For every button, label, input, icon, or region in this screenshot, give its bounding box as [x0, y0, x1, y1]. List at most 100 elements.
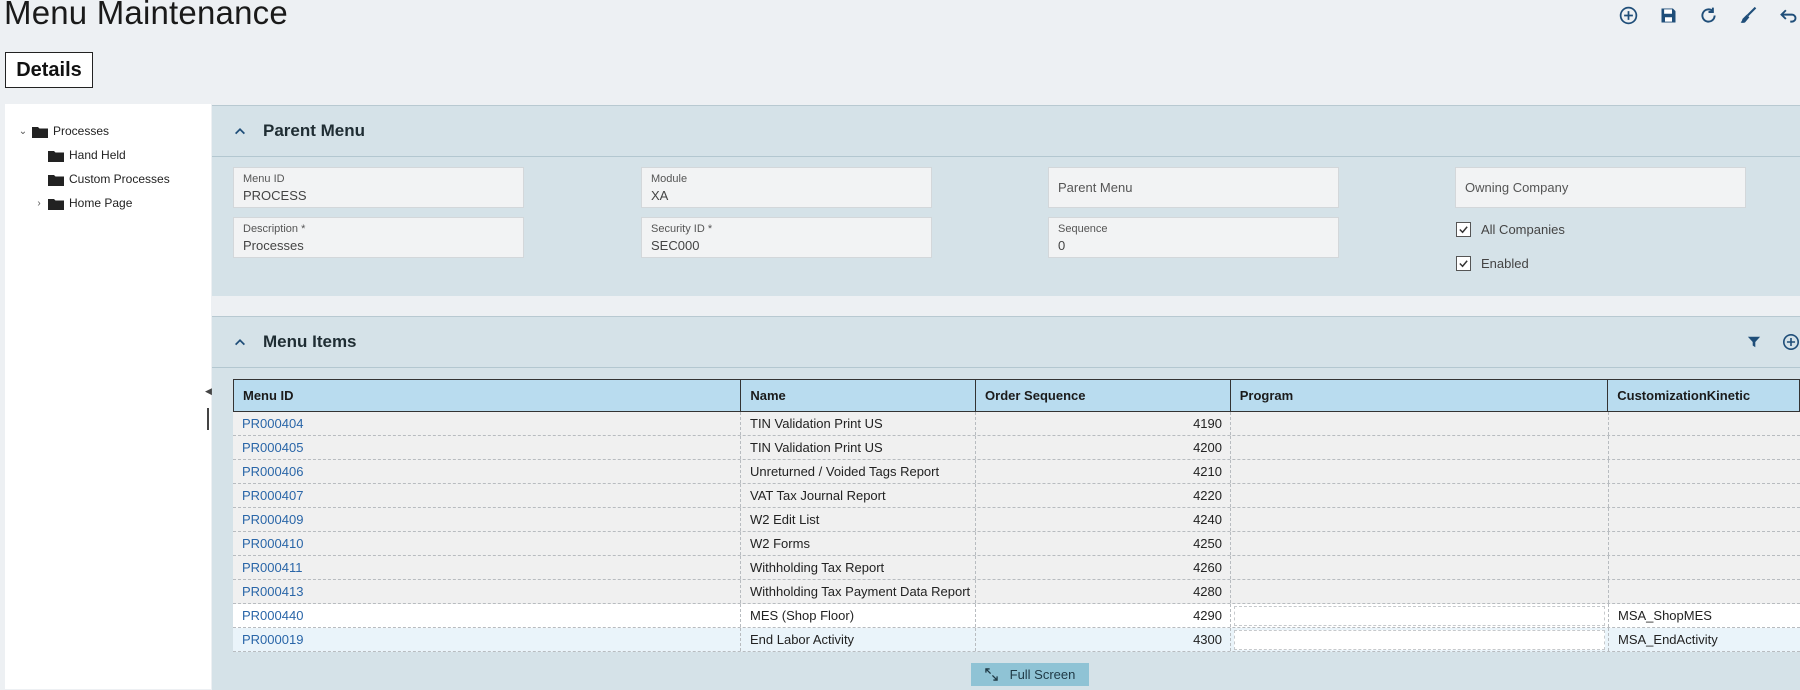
customization-cell: [1609, 532, 1800, 555]
collapse-panel-icon[interactable]: ◀: [205, 386, 212, 397]
table-row[interactable]: PR000409 W2 Edit List 4240: [233, 508, 1800, 532]
chevron-up-icon[interactable]: [232, 334, 248, 350]
program-cell: [1231, 532, 1609, 555]
checkbox-label: Enabled: [1481, 256, 1529, 271]
menu-id-cell[interactable]: PR000404: [233, 412, 741, 435]
customization-cell: MSA_EndActivity: [1618, 632, 1718, 647]
owning-company-field[interactable]: Owning Company: [1455, 167, 1746, 208]
program-input[interactable]: [1234, 605, 1605, 626]
customization-cell: [1609, 484, 1800, 507]
name-cell: MES (Shop Floor): [741, 604, 976, 627]
tab-details[interactable]: Details: [5, 52, 93, 88]
tree-item-label: Hand Held: [69, 148, 126, 162]
all-companies-checkbox[interactable]: All Companies: [1456, 222, 1565, 237]
order-sequence-cell: 4240: [976, 508, 1231, 531]
security-id-field[interactable]: Security ID * SEC000: [641, 217, 932, 258]
tree-item-hand-held[interactable]: Hand Held: [34, 148, 126, 162]
column-header-menu-id[interactable]: Menu ID: [234, 380, 742, 411]
parent-menu-header: Parent Menu: [212, 106, 1800, 157]
field-label: Menu ID: [243, 173, 285, 185]
column-header-program[interactable]: Program: [1231, 380, 1609, 411]
field-value: 0: [1058, 238, 1066, 253]
menu-id-cell[interactable]: PR000019: [233, 628, 741, 651]
splitter-handle[interactable]: [207, 408, 209, 430]
menu-id-cell[interactable]: PR000407: [233, 484, 741, 507]
column-header-order-sequence[interactable]: Order Sequence: [976, 380, 1231, 411]
field-label: Description *: [243, 223, 306, 235]
table-row[interactable]: PR000406 Unreturned / Voided Tags Report 4…: [233, 460, 1800, 484]
module-field[interactable]: Module XA: [641, 167, 932, 208]
parent-menu-field[interactable]: Parent Menu: [1048, 167, 1339, 208]
table-row[interactable]: PR000411 Withholding Tax Report 4260: [233, 556, 1800, 580]
field-value: XA: [651, 188, 669, 203]
parent-menu-section: Parent Menu Menu ID PROCESS Module XA Pa…: [212, 105, 1800, 296]
tree-item-label: Processes: [53, 124, 110, 138]
table-row[interactable]: PR000405 TIN Validation Print US 4200: [233, 436, 1800, 460]
program-input[interactable]: [1234, 629, 1605, 650]
menu-id-cell[interactable]: PR000406: [233, 460, 741, 483]
customization-cell: [1609, 460, 1800, 483]
tree-item-home-page[interactable]: › Home Page: [34, 196, 132, 210]
customization-cell: [1609, 412, 1800, 435]
menu-id-cell[interactable]: PR000413: [233, 580, 741, 603]
toolbar: [1617, 4, 1800, 27]
table-row[interactable]: PR000413 Withholding Tax Payment Data Rep…: [233, 580, 1800, 604]
tree-item-custom-processes[interactable]: Custom Processes: [34, 172, 170, 186]
table-row[interactable]: PR000404 TIN Validation Print US 4190: [233, 412, 1800, 436]
customization-cell: [1609, 556, 1800, 579]
full-screen-button[interactable]: Full Screen: [971, 663, 1089, 686]
checkmark-icon[interactable]: [1456, 222, 1471, 237]
menu-id-cell[interactable]: PR000405: [233, 436, 741, 459]
field-label: Sequence: [1058, 223, 1108, 235]
name-cell: Withholding Tax Payment Data Report: [741, 580, 976, 603]
name-cell: End Labor Activity: [741, 628, 976, 651]
program-cell: [1231, 604, 1609, 627]
order-sequence-cell: 4190: [976, 412, 1231, 435]
name-cell: W2 Forms: [741, 532, 976, 555]
table-row[interactable]: PR000440 MES (Shop Floor) 4290 MSA_ShopMES: [233, 604, 1800, 628]
clear-icon[interactable]: [1737, 4, 1760, 27]
column-header-name[interactable]: Name: [741, 380, 977, 411]
program-cell: [1231, 436, 1609, 459]
menu-id-cell[interactable]: PR000410: [233, 532, 741, 555]
sequence-field[interactable]: Sequence 0: [1048, 217, 1339, 258]
checkmark-icon[interactable]: [1456, 256, 1471, 271]
menu-id-field[interactable]: Menu ID PROCESS: [233, 167, 524, 208]
order-sequence-cell: 4300: [976, 628, 1231, 651]
field-value: PROCESS: [243, 188, 307, 203]
filter-icon[interactable]: [1745, 333, 1763, 351]
description-field[interactable]: Description * Processes: [233, 217, 524, 258]
table-row[interactable]: PR000407 VAT Tax Journal Report 4220: [233, 484, 1800, 508]
refresh-icon[interactable]: [1697, 4, 1720, 27]
table-row[interactable]: PR000019 End Labor Activity 4300 MSA_EndAct…: [233, 628, 1800, 652]
menu-id-cell[interactable]: PR000411: [233, 556, 741, 579]
section-title: Menu Items: [263, 332, 357, 351]
customization-cell: [1609, 508, 1800, 531]
grid-header: Menu ID Name Order Sequence Program Cust…: [233, 379, 1800, 412]
menu-id-cell[interactable]: PR000440: [233, 604, 741, 627]
order-sequence-cell: 4280: [976, 580, 1231, 603]
page-title: Menu Maintenance: [4, 0, 288, 31]
program-cell: [1231, 628, 1609, 651]
enabled-checkbox[interactable]: Enabled: [1456, 256, 1529, 271]
table-row[interactable]: PR000410 W2 Forms 4250: [233, 532, 1800, 556]
tree-item-processes[interactable]: ⌄ Processes: [18, 124, 109, 138]
program-cell: [1231, 508, 1609, 531]
name-cell: Withholding Tax Report: [741, 556, 976, 579]
menu-items-header: Menu Items: [212, 317, 1800, 368]
menu-tree: ⌄ Processes Hand Held Custom Processes ›…: [5, 104, 211, 689]
column-header-customization-kinetic[interactable]: CustomizationKinetic: [1608, 380, 1799, 411]
menu-items-grid: Menu ID Name Order Sequence Program Cust…: [233, 379, 1800, 652]
chevron-right-icon[interactable]: ›: [34, 198, 44, 209]
add-row-icon[interactable]: [1782, 333, 1800, 351]
save-icon[interactable]: [1657, 4, 1680, 27]
field-value: SEC000: [651, 238, 700, 253]
menu-id-cell[interactable]: PR000409: [233, 508, 741, 531]
chevron-down-icon[interactable]: ⌄: [18, 126, 28, 137]
add-new-icon[interactable]: [1617, 4, 1640, 27]
undo-icon[interactable]: [1777, 4, 1800, 27]
folder-icon: [48, 149, 64, 162]
chevron-up-icon[interactable]: [232, 123, 248, 139]
field-value: Processes: [243, 238, 304, 253]
program-cell: [1231, 412, 1609, 435]
